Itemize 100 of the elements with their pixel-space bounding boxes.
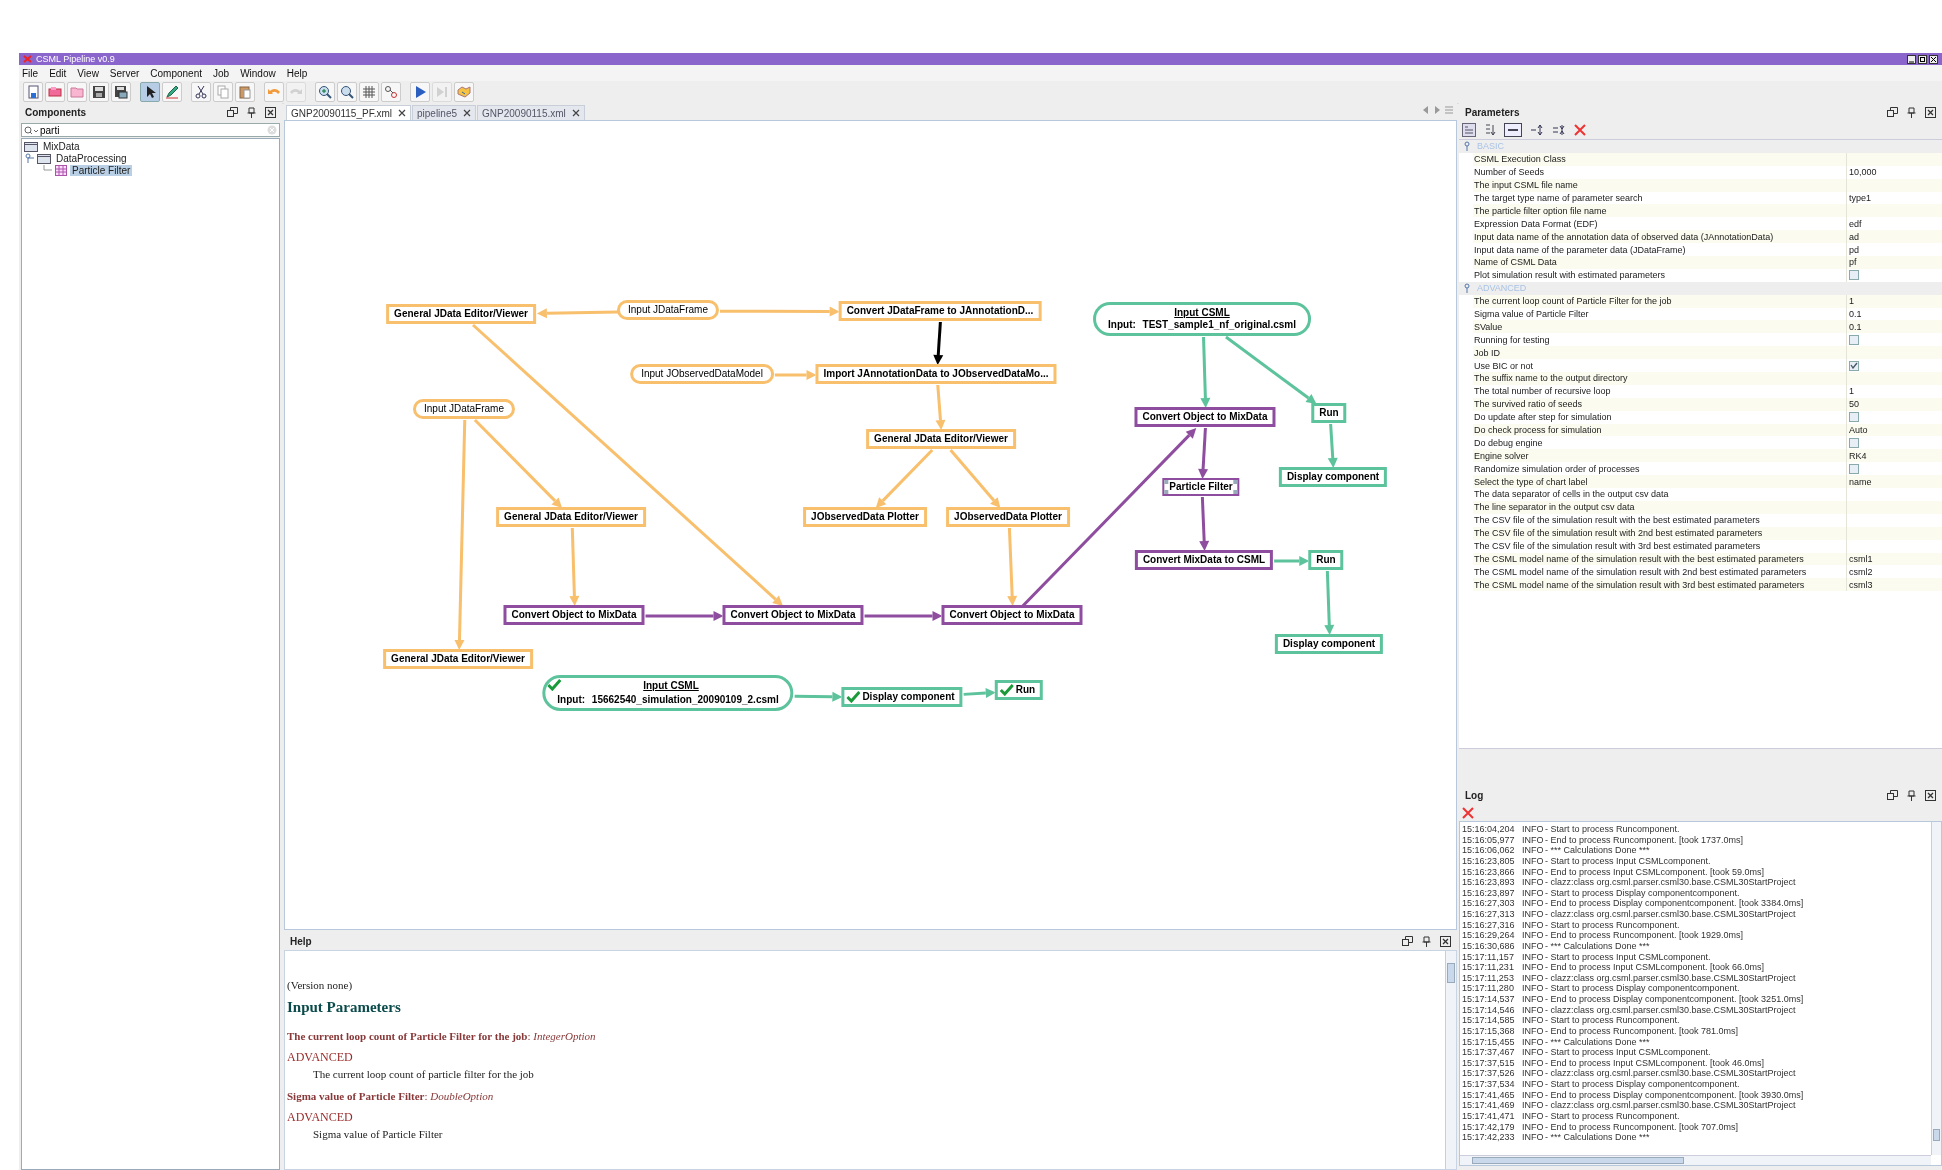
menu-item[interactable]: File <box>22 67 39 79</box>
checkbox[interactable] <box>1849 412 1859 423</box>
component-node[interactable]: Input JDataFrame <box>617 300 719 320</box>
parameter-value[interactable]: 1 <box>1849 386 1854 397</box>
checkbox[interactable] <box>1849 334 1859 345</box>
component-node[interactable]: Convert Object to MixData <box>503 605 645 625</box>
parameter-value[interactable]: name <box>1849 476 1872 487</box>
menu-item[interactable]: Window <box>240 67 276 79</box>
component-node[interactable]: Input JObservedDataModel <box>630 364 774 384</box>
categorized-icon[interactable] <box>1462 123 1476 137</box>
menu-item[interactable]: Component <box>150 67 202 79</box>
input-node[interactable]: Input CSML Input: 15662540_simulation_20090109_2.csml <box>542 675 794 711</box>
minimize-icon[interactable] <box>1907 54 1916 64</box>
pin-icon[interactable] <box>1906 106 1917 118</box>
input-node[interactable]: Input CSML Input: TEST_sample1_nf_original.csml <box>1093 302 1311 336</box>
grid-button[interactable] <box>359 82 379 102</box>
parameter-value[interactable]: type1 <box>1849 193 1872 203</box>
tree-item[interactable]: DataProcessing <box>54 152 129 164</box>
expand-icon[interactable] <box>1530 124 1544 136</box>
component-node[interactable]: Convert Object to MixData <box>722 605 864 625</box>
close-icon[interactable] <box>1929 54 1938 64</box>
pointer-button[interactable] <box>140 82 160 102</box>
new-file-button[interactable] <box>23 82 43 102</box>
scrollbar[interactable] <box>1445 951 1456 1169</box>
checkbox[interactable] <box>1849 463 1859 474</box>
parameter-value[interactable]: 50 <box>1849 399 1859 410</box>
parameter-value[interactable]: 0.1 <box>1849 309 1862 319</box>
restore-icon[interactable] <box>1887 106 1898 118</box>
parameter-value[interactable]: ad <box>1849 231 1859 242</box>
save-button[interactable] <box>89 82 109 102</box>
parameter-value[interactable]: csml3 <box>1849 579 1873 590</box>
nodes-button[interactable] <box>381 82 401 102</box>
pen-button[interactable] <box>162 82 182 102</box>
close-icon[interactable] <box>265 106 276 118</box>
save-all-button[interactable] <box>111 82 131 102</box>
expanded-toggle-icon[interactable] <box>1463 141 1471 152</box>
editor-tab[interactable]: pipeline5 <box>412 105 477 120</box>
component-node[interactable]: Convert Object to MixData <box>941 605 1083 625</box>
menu-item[interactable]: View <box>77 67 99 79</box>
component-node[interactable]: General JData Editor/Viewer <box>383 649 533 669</box>
menu-item[interactable]: Job <box>213 67 230 79</box>
component-node[interactable]: Import JAnnotationData to JObservedDataMo... <box>815 364 1057 384</box>
scissors-button[interactable] <box>191 82 211 102</box>
maximize-icon[interactable] <box>1918 54 1927 64</box>
component-node[interactable]: Convert Object to MixData <box>1134 407 1276 427</box>
parameter-value[interactable]: csml1 <box>1849 553 1873 564</box>
handshake-button[interactable] <box>454 82 474 102</box>
sort-icon[interactable] <box>1484 123 1496 137</box>
tree-item[interactable]: Particle Filter <box>70 164 133 176</box>
tree-item[interactable]: MixData <box>41 140 82 152</box>
parameter-value[interactable]: 1 <box>1849 296 1854 307</box>
paste-button[interactable] <box>235 82 255 102</box>
parameter-value[interactable]: edf <box>1849 218 1862 229</box>
checkbox[interactable] <box>1849 270 1859 281</box>
checkbox[interactable] <box>1849 360 1859 371</box>
restore-icon[interactable] <box>227 106 238 118</box>
component-node[interactable]: Run <box>1308 550 1344 570</box>
parameter-value[interactable]: pf <box>1849 257 1857 268</box>
description-icon[interactable] <box>1504 123 1522 137</box>
close-icon[interactable] <box>571 109 580 117</box>
pin-icon[interactable] <box>246 106 257 118</box>
restore-icon[interactable] <box>1887 789 1898 801</box>
component-node[interactable]: Input JDataFrame <box>413 399 515 419</box>
open-file-button[interactable] <box>45 82 65 102</box>
menu-item[interactable]: Server <box>109 67 140 79</box>
zoom-in-button[interactable] <box>315 82 335 102</box>
component-node[interactable]: JObservedData Plotter <box>946 507 1070 527</box>
component-node[interactable]: Convert MixData to CSML <box>1134 550 1274 570</box>
component-node[interactable]: General JData Editor/Viewer <box>866 429 1016 449</box>
component-node[interactable]: Display component <box>841 687 963 707</box>
component-node[interactable]: Convert JDataFrame to JAnnotationD... <box>838 301 1042 321</box>
editor-tab[interactable]: GNP20090115_PF.xml <box>286 105 411 120</box>
vertical-scrollbar[interactable] <box>1931 822 1941 1155</box>
close-icon[interactable] <box>1440 935 1451 947</box>
close-icon[interactable] <box>1925 789 1936 801</box>
component-node[interactable]: Display component <box>1274 634 1384 654</box>
checkbox[interactable] <box>1849 437 1859 448</box>
component-node[interactable]: General JData Editor/Viewer <box>496 507 646 527</box>
component-node[interactable]: Particle Filter <box>1162 478 1240 496</box>
tree-handle-icon[interactable] <box>24 153 34 163</box>
horizontal-scrollbar[interactable] <box>1460 1155 1931 1165</box>
menu-item[interactable]: Edit <box>49 67 67 79</box>
component-node[interactable]: Run <box>1311 403 1347 423</box>
clear-log-icon[interactable] <box>1462 806 1474 819</box>
close-icon[interactable] <box>463 109 472 117</box>
parameter-value[interactable]: Auto <box>1849 425 1868 436</box>
pin-icon[interactable] <box>1421 935 1432 947</box>
close-icon[interactable] <box>1925 106 1936 118</box>
search-icon[interactable] <box>24 126 38 135</box>
parameter-value[interactable]: csml2 <box>1849 566 1873 577</box>
delete-icon[interactable] <box>1574 124 1586 136</box>
pin-icon[interactable] <box>1906 789 1917 801</box>
parameter-value[interactable]: 0.1 <box>1849 321 1862 332</box>
restore-icon[interactable] <box>1402 935 1413 947</box>
play-button[interactable] <box>410 82 430 102</box>
component-node[interactable]: JObservedData Plotter <box>803 507 927 527</box>
search-field[interactable]: parti <box>21 123 280 137</box>
menu-item[interactable]: Help <box>286 67 308 79</box>
close-icon[interactable] <box>398 109 406 117</box>
parameter-value[interactable]: 10,000 <box>1849 167 1877 178</box>
